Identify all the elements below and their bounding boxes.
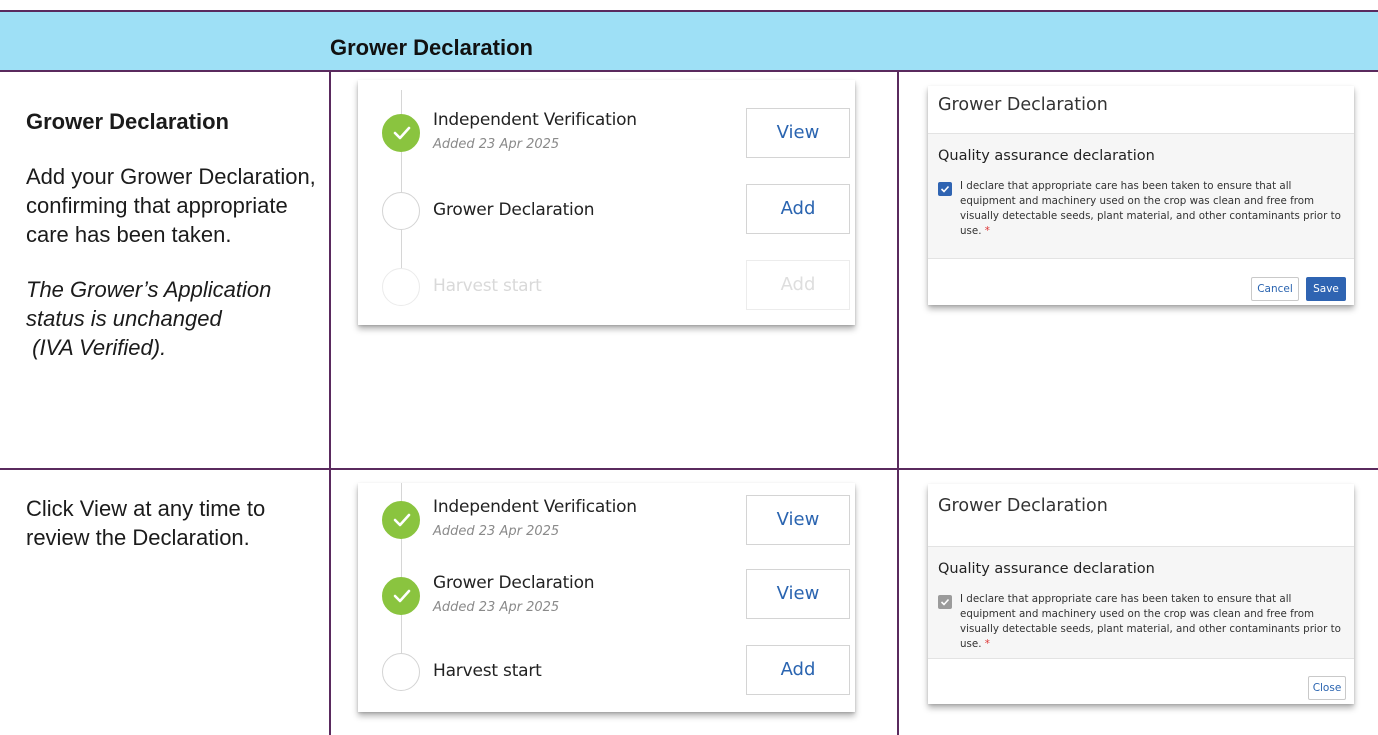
- declaration-text: I declare that appropriate care has been…: [960, 179, 1348, 239]
- timeline-item: Grower Declaration Added 23 Apr 2025 Vie…: [382, 567, 852, 627]
- row2-text: Click View at any time to review the Dec…: [26, 496, 266, 550]
- step-done-indicator: [382, 501, 420, 539]
- row1-declaration-dialog: Grower Declaration Quality assurance dec…: [928, 86, 1354, 305]
- row1-title: Grower Declaration: [26, 109, 229, 134]
- step-done-indicator: [382, 114, 420, 152]
- declaration-text-body: I declare that appropriate care has been…: [960, 593, 1341, 650]
- timeline-item: Independent Verification Added 23 Apr 20…: [382, 104, 852, 164]
- timeline-item: Harvest start Add: [382, 643, 852, 703]
- dialog-section-title: Quality assurance declaration: [938, 148, 1155, 164]
- step-name: Grower Declaration: [433, 573, 595, 593]
- step-date: Added 23 Apr 2025: [433, 524, 560, 539]
- step-pending-indicator: [382, 653, 420, 691]
- dialog-section-title: Quality assurance declaration: [938, 561, 1155, 577]
- step-name: Harvest start: [433, 276, 542, 296]
- row1-note-line2: status is unchanged: [26, 306, 222, 331]
- row2-declaration-dialog: Grower Declaration Quality assurance dec…: [928, 484, 1354, 704]
- row2-description: Click View at any time to review the Dec…: [26, 494, 326, 552]
- column-divider-2: [897, 72, 899, 735]
- step-disabled-indicator: [382, 268, 420, 306]
- view-button[interactable]: View: [746, 108, 850, 158]
- row1-note: The Grower’s Application status is uncha…: [26, 275, 326, 362]
- view-button[interactable]: View: [746, 495, 850, 545]
- dialog-header: Grower Declaration: [928, 86, 1354, 134]
- row1-note-line3: (IVA Verified).: [26, 335, 167, 360]
- add-button[interactable]: Add: [746, 184, 850, 234]
- column-divider-1: [329, 72, 331, 735]
- add-button-disabled: Add: [746, 260, 850, 310]
- check-icon: [393, 126, 411, 140]
- required-marker: *: [984, 638, 990, 650]
- declaration-text: I declare that appropriate care has been…: [960, 592, 1348, 652]
- view-button[interactable]: View: [746, 569, 850, 619]
- declaration-checkbox-readonly: [938, 595, 952, 609]
- check-icon: [393, 589, 411, 603]
- check-icon: [393, 513, 411, 527]
- table-header-title: Grower Declaration: [330, 35, 533, 60]
- step-name: Grower Declaration: [433, 200, 595, 220]
- declaration-text-body: I declare that appropriate care has been…: [960, 180, 1341, 237]
- step-done-indicator: [382, 577, 420, 615]
- step-date: Added 23 Apr 2025: [433, 137, 560, 152]
- declaration-checkbox[interactable]: [938, 182, 952, 196]
- timeline-item: Harvest start Add: [382, 258, 852, 318]
- save-button[interactable]: Save: [1306, 277, 1346, 301]
- row1-description: Grower Declaration Add your Grower Decla…: [26, 107, 326, 362]
- dialog-title: Grower Declaration: [938, 95, 1108, 115]
- table-header: Grower Declaration: [0, 10, 1378, 72]
- close-button[interactable]: Close: [1308, 676, 1346, 700]
- row1-note-line1: The Grower’s Application: [26, 277, 272, 302]
- row-divider: [0, 468, 1378, 470]
- add-button[interactable]: Add: [746, 645, 850, 695]
- step-name: Independent Verification: [433, 110, 637, 130]
- checkbox-checked-icon: [940, 185, 950, 193]
- timeline-item: Grower Declaration Add: [382, 182, 852, 242]
- dialog-body: Quality assurance declaration I declare …: [928, 134, 1354, 259]
- step-pending-indicator: [382, 192, 420, 230]
- step-name: Harvest start: [433, 661, 542, 681]
- row1-text: Add your Grower Declaration, confirming …: [26, 164, 316, 247]
- step-name: Independent Verification: [433, 497, 637, 517]
- dialog-body: Quality assurance declaration I declare …: [928, 547, 1354, 659]
- instruction-table: Grower Declaration Grower Declaration Ad…: [0, 0, 1378, 735]
- step-date: Added 23 Apr 2025: [433, 600, 560, 615]
- row1-timeline-card: Independent Verification Added 23 Apr 20…: [358, 80, 855, 325]
- required-marker: *: [984, 225, 990, 237]
- dialog-header: Grower Declaration: [928, 484, 1354, 547]
- checkbox-checked-icon: [940, 598, 950, 606]
- cancel-button[interactable]: Cancel: [1251, 277, 1299, 301]
- timeline-item: Independent Verification Added 23 Apr 20…: [382, 491, 852, 551]
- dialog-title: Grower Declaration: [938, 496, 1108, 516]
- row2-timeline-card: Independent Verification Added 23 Apr 20…: [358, 483, 855, 712]
